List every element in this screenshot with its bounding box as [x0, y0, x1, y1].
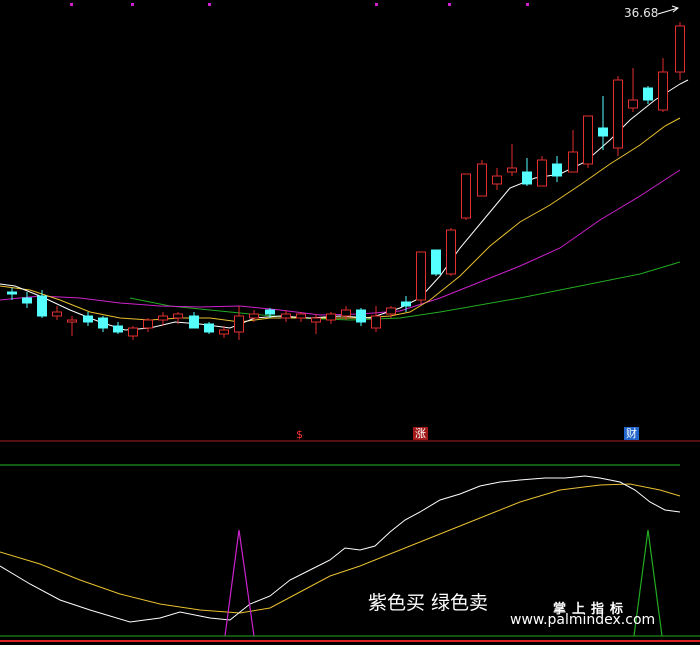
candle-body: [568, 151, 578, 173]
candle-body: [628, 99, 638, 109]
signal-mark-zhang[interactable]: 涨: [413, 427, 428, 440]
candle-body: [7, 291, 17, 295]
signal-mark-cai[interactable]: 财: [624, 427, 639, 440]
latest-price-label: 36.68: [624, 6, 659, 20]
chart-canvas: [0, 3, 700, 642]
ma-mid-line: [0, 117, 681, 323]
candle-body: [356, 309, 366, 323]
candle-body: [326, 313, 336, 321]
candle-body: [311, 317, 321, 323]
indicator-slow-line: [0, 483, 681, 614]
candle-body: [249, 313, 259, 319]
candle-body: [52, 311, 62, 317]
candle-body: [143, 319, 153, 329]
candle-body: [204, 323, 214, 333]
candle-body: [83, 315, 93, 323]
candle-body: [598, 127, 608, 137]
candle-body: [189, 315, 199, 329]
candle-body: [537, 159, 547, 187]
candlesticks: [7, 22, 685, 340]
candle-body: [613, 79, 623, 149]
indicator-caption: 紫色买 绿色卖: [368, 592, 489, 614]
ma-slow-line: [0, 169, 681, 316]
candle-body: [492, 175, 502, 185]
candle-body: [675, 25, 685, 73]
candle-body: [98, 317, 108, 329]
candle-body: [522, 171, 532, 185]
candle-body: [113, 325, 123, 333]
candle-body: [281, 313, 291, 319]
candle-body: [234, 315, 244, 333]
candle-body: [583, 115, 593, 165]
candle-body: [173, 313, 183, 319]
candle-body: [341, 309, 351, 317]
candle-body: [386, 307, 396, 315]
ma-long-line: [129, 261, 681, 321]
candle-body: [507, 167, 517, 173]
candle-body: [552, 163, 562, 177]
candle-body: [658, 71, 668, 111]
candle-body: [416, 251, 426, 301]
candle-body: [265, 309, 275, 315]
candle-body: [158, 315, 168, 321]
candle-body: [128, 327, 138, 337]
candle-body: [296, 313, 306, 319]
candle-body: [371, 315, 381, 329]
signal-mark-s[interactable]: $: [294, 428, 305, 441]
candle-body: [219, 329, 229, 335]
candle-body: [37, 295, 47, 317]
candle-body: [477, 163, 487, 197]
candle-body: [67, 319, 77, 323]
candle-body: [461, 173, 471, 219]
candle-body: [446, 229, 456, 275]
candle-body: [22, 297, 32, 304]
top-dot-markers: [70, 3, 529, 6]
watermark-url: www.palmindex.com: [510, 612, 656, 628]
candle-body: [643, 87, 653, 101]
candle-body: [401, 301, 411, 307]
candle-body: [431, 249, 441, 275]
